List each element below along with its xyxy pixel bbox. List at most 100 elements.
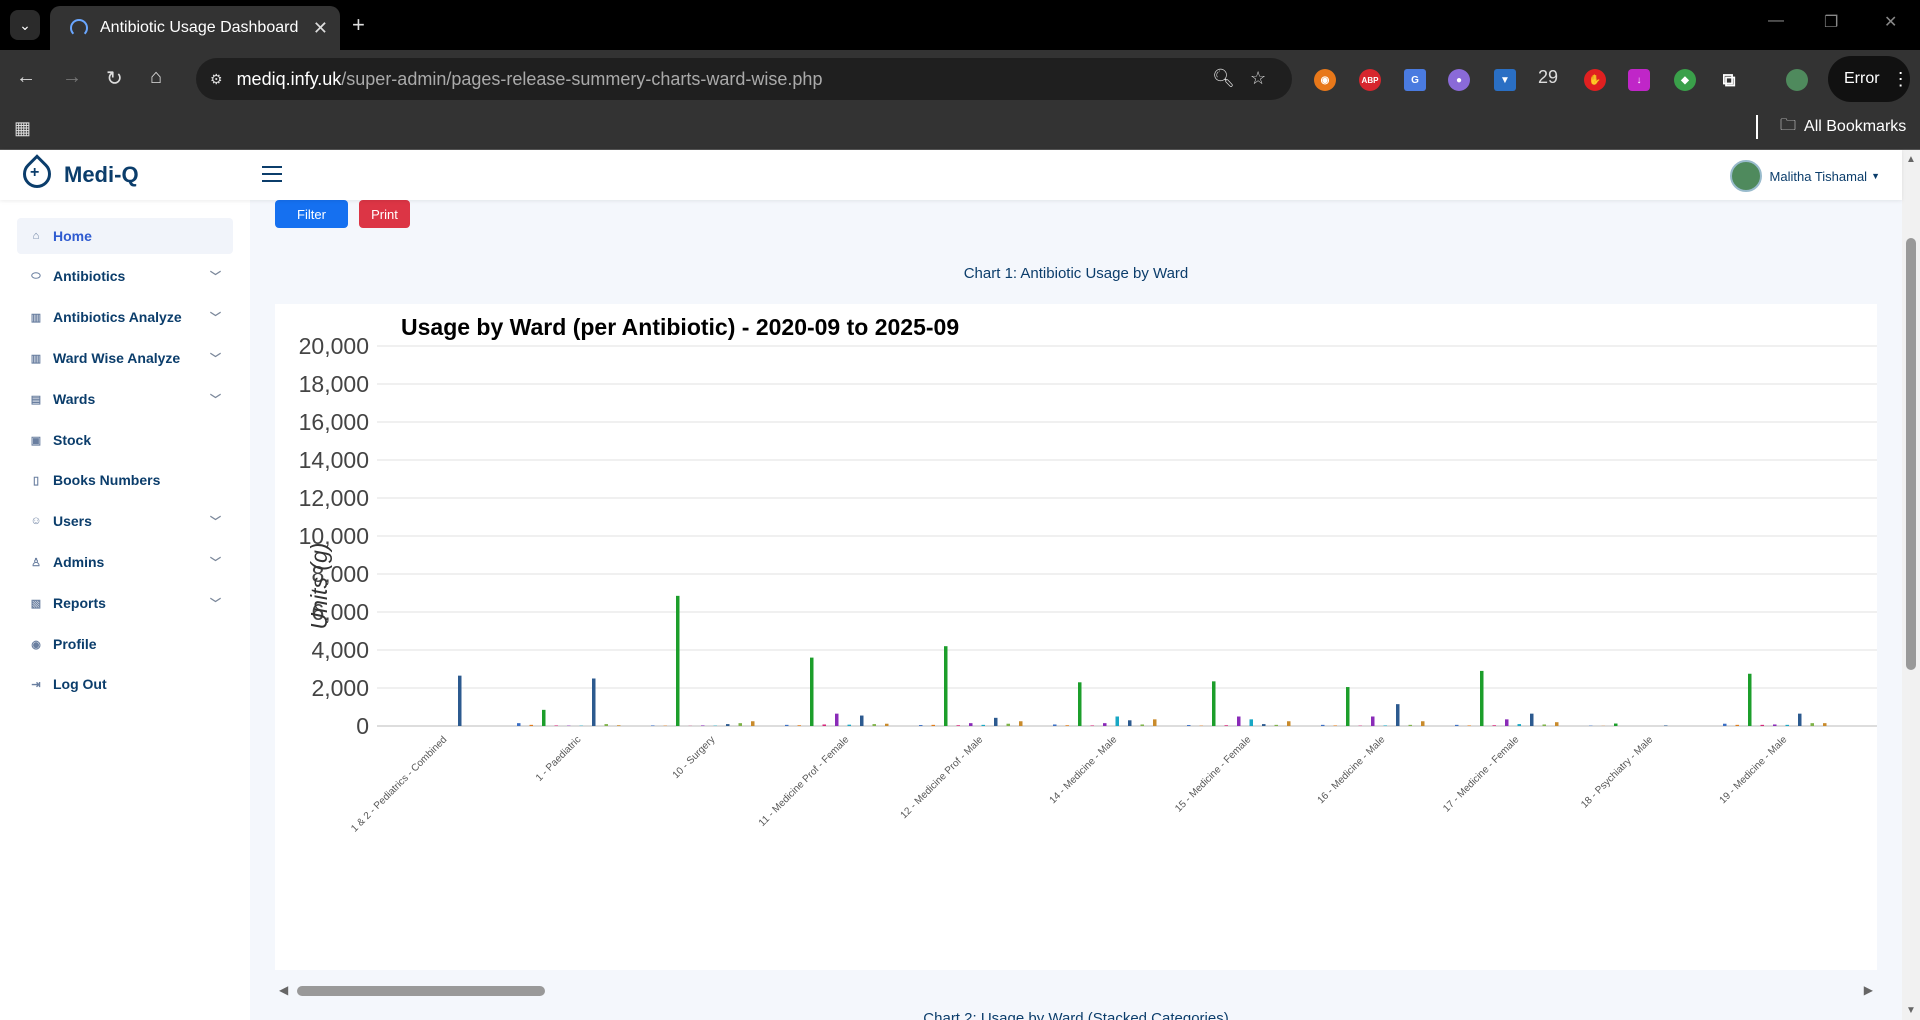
- all-bookmarks-button[interactable]: 🗀 All Bookmarks: [1756, 115, 1906, 139]
- bar[interactable]: [969, 723, 973, 726]
- extension-orb-icon[interactable]: ●: [1448, 69, 1470, 91]
- bar[interactable]: [592, 678, 596, 727]
- home-browser-icon[interactable]: ⌂: [150, 66, 162, 89]
- sidebar-toggle-icon[interactable]: [262, 166, 282, 187]
- sidebar-item-users[interactable]: ☺ Users ﹀: [17, 503, 233, 539]
- bar[interactable]: [872, 724, 877, 726]
- bar[interactable]: [738, 723, 743, 726]
- scroll-left-icon[interactable]: ◀: [279, 983, 288, 997]
- sidebar-item-ward-wise-analyze[interactable]: ▥ Ward Wise Analyze ﹀: [17, 340, 233, 376]
- bar[interactable]: [956, 725, 961, 726]
- bar[interactable]: [701, 725, 705, 726]
- bar[interactable]: [810, 657, 814, 726]
- back-icon[interactable]: ←: [16, 66, 36, 89]
- bar[interactable]: [1053, 724, 1057, 726]
- print-button[interactable]: Print: [359, 200, 410, 228]
- brand[interactable]: + Medi-Q: [17, 154, 139, 194]
- window-close-icon[interactable]: ✕: [1884, 12, 1897, 32]
- minimize-icon[interactable]: —: [1768, 12, 1784, 30]
- bar[interactable]: [835, 713, 839, 726]
- page-scroll-thumb[interactable]: [1906, 238, 1916, 670]
- bar[interactable]: [1785, 724, 1790, 726]
- apps-grid-icon[interactable]: ▦: [14, 118, 31, 139]
- zoom-icon[interactable]: 🔍︎: [1212, 68, 1235, 89]
- bar[interactable]: [1408, 724, 1413, 726]
- bar[interactable]: [1103, 723, 1107, 726]
- filter-button[interactable]: Filter: [275, 200, 348, 228]
- bar[interactable]: [1396, 704, 1400, 726]
- profile-avatar-icon[interactable]: [1786, 69, 1808, 91]
- sidebar-item-stock[interactable]: ▣ Stock: [17, 422, 233, 458]
- bar[interactable]: [1371, 716, 1375, 727]
- bar[interactable]: [822, 724, 827, 726]
- bar[interactable]: [1090, 725, 1095, 726]
- tab-search-button[interactable]: ⌄: [10, 10, 40, 40]
- bar[interactable]: [1153, 719, 1157, 726]
- extension-shield-icon[interactable]: ▼: [1494, 69, 1516, 91]
- bar[interactable]: [1823, 723, 1827, 726]
- extension-counter[interactable]: 29: [1538, 67, 1558, 88]
- page-vertical-scrollbar[interactable]: ▲ ▼: [1902, 150, 1920, 1020]
- bar[interactable]: [554, 725, 559, 726]
- bar[interactable]: [1224, 725, 1229, 726]
- extension-hand-icon[interactable]: ✋: [1584, 69, 1606, 91]
- error-button[interactable]: Error ⋮: [1828, 56, 1910, 102]
- bar[interactable]: [1383, 725, 1388, 726]
- bar[interactable]: [1346, 687, 1350, 726]
- bar[interactable]: [617, 725, 621, 726]
- extension-translate-icon[interactable]: G: [1404, 69, 1426, 91]
- forward-icon[interactable]: →: [62, 66, 82, 89]
- bar[interactable]: [797, 725, 802, 726]
- bar[interactable]: [1262, 724, 1266, 726]
- bookmark-star-icon[interactable]: ☆: [1250, 68, 1266, 89]
- bar[interactable]: [1810, 723, 1815, 726]
- user-menu[interactable]: Malitha Tishamal ▼: [1729, 160, 1880, 192]
- scroll-thumb[interactable]: [297, 986, 545, 996]
- bar[interactable]: [1078, 682, 1082, 726]
- bar[interactable]: [1019, 721, 1023, 726]
- bar[interactable]: [529, 724, 534, 726]
- reload-icon[interactable]: ↻: [106, 66, 123, 91]
- sidebar-item-books-numbers[interactable]: ▯ Books Numbers: [17, 462, 233, 498]
- bar[interactable]: [1735, 724, 1740, 726]
- chart-horizontal-scrollbar[interactable]: ◀ ▶: [275, 982, 1877, 998]
- bar[interactable]: [1748, 673, 1752, 726]
- sidebar-item-home[interactable]: ⌂ Home: [17, 218, 233, 254]
- bar[interactable]: [1128, 720, 1132, 726]
- close-tab-icon[interactable]: ✕: [313, 18, 328, 39]
- bar[interactable]: [1140, 724, 1145, 726]
- bar[interactable]: [1723, 723, 1727, 726]
- bar[interactable]: [1421, 721, 1425, 726]
- scroll-down-icon[interactable]: ▼: [1906, 1005, 1916, 1016]
- bar[interactable]: [981, 724, 986, 726]
- bar[interactable]: [1065, 725, 1070, 726]
- bar[interactable]: [458, 675, 462, 726]
- bar[interactable]: [931, 724, 936, 726]
- bar[interactable]: [1249, 719, 1254, 726]
- bar[interactable]: [1455, 724, 1459, 726]
- bar[interactable]: [1333, 725, 1338, 726]
- sidebar-item-admins[interactable]: ♙ Admins ﹀: [17, 544, 233, 580]
- bar[interactable]: [919, 725, 923, 726]
- bar[interactable]: [1321, 724, 1325, 726]
- bar[interactable]: [751, 721, 755, 726]
- bar[interactable]: [726, 724, 730, 726]
- extensions-puzzle-icon[interactable]: ⧉: [1718, 69, 1740, 91]
- bar[interactable]: [1006, 723, 1011, 726]
- sidebar-item-wards[interactable]: ▤ Wards ﹀: [17, 381, 233, 417]
- bar[interactable]: [542, 709, 546, 726]
- extension-rss-icon[interactable]: ◉: [1314, 69, 1336, 91]
- extension-adblock-icon[interactable]: ABP: [1359, 69, 1381, 91]
- bar[interactable]: [1274, 724, 1279, 726]
- bar[interactable]: [1492, 725, 1497, 726]
- bar[interactable]: [1187, 725, 1191, 726]
- extension-download-icon[interactable]: ↓: [1628, 69, 1650, 91]
- bar[interactable]: [1237, 716, 1241, 727]
- bar[interactable]: [847, 724, 852, 726]
- sidebar-item-profile[interactable]: ◉ Profile: [17, 626, 233, 662]
- bar[interactable]: [1115, 716, 1120, 727]
- browser-tab[interactable]: Antibiotic Usage Dashboard ✕: [50, 6, 340, 50]
- bar[interactable]: [604, 724, 609, 726]
- bar[interactable]: [885, 723, 889, 726]
- sidebar-item-antibiotics-analyze[interactable]: ▥ Antibiotics Analyze ﹀: [17, 299, 233, 335]
